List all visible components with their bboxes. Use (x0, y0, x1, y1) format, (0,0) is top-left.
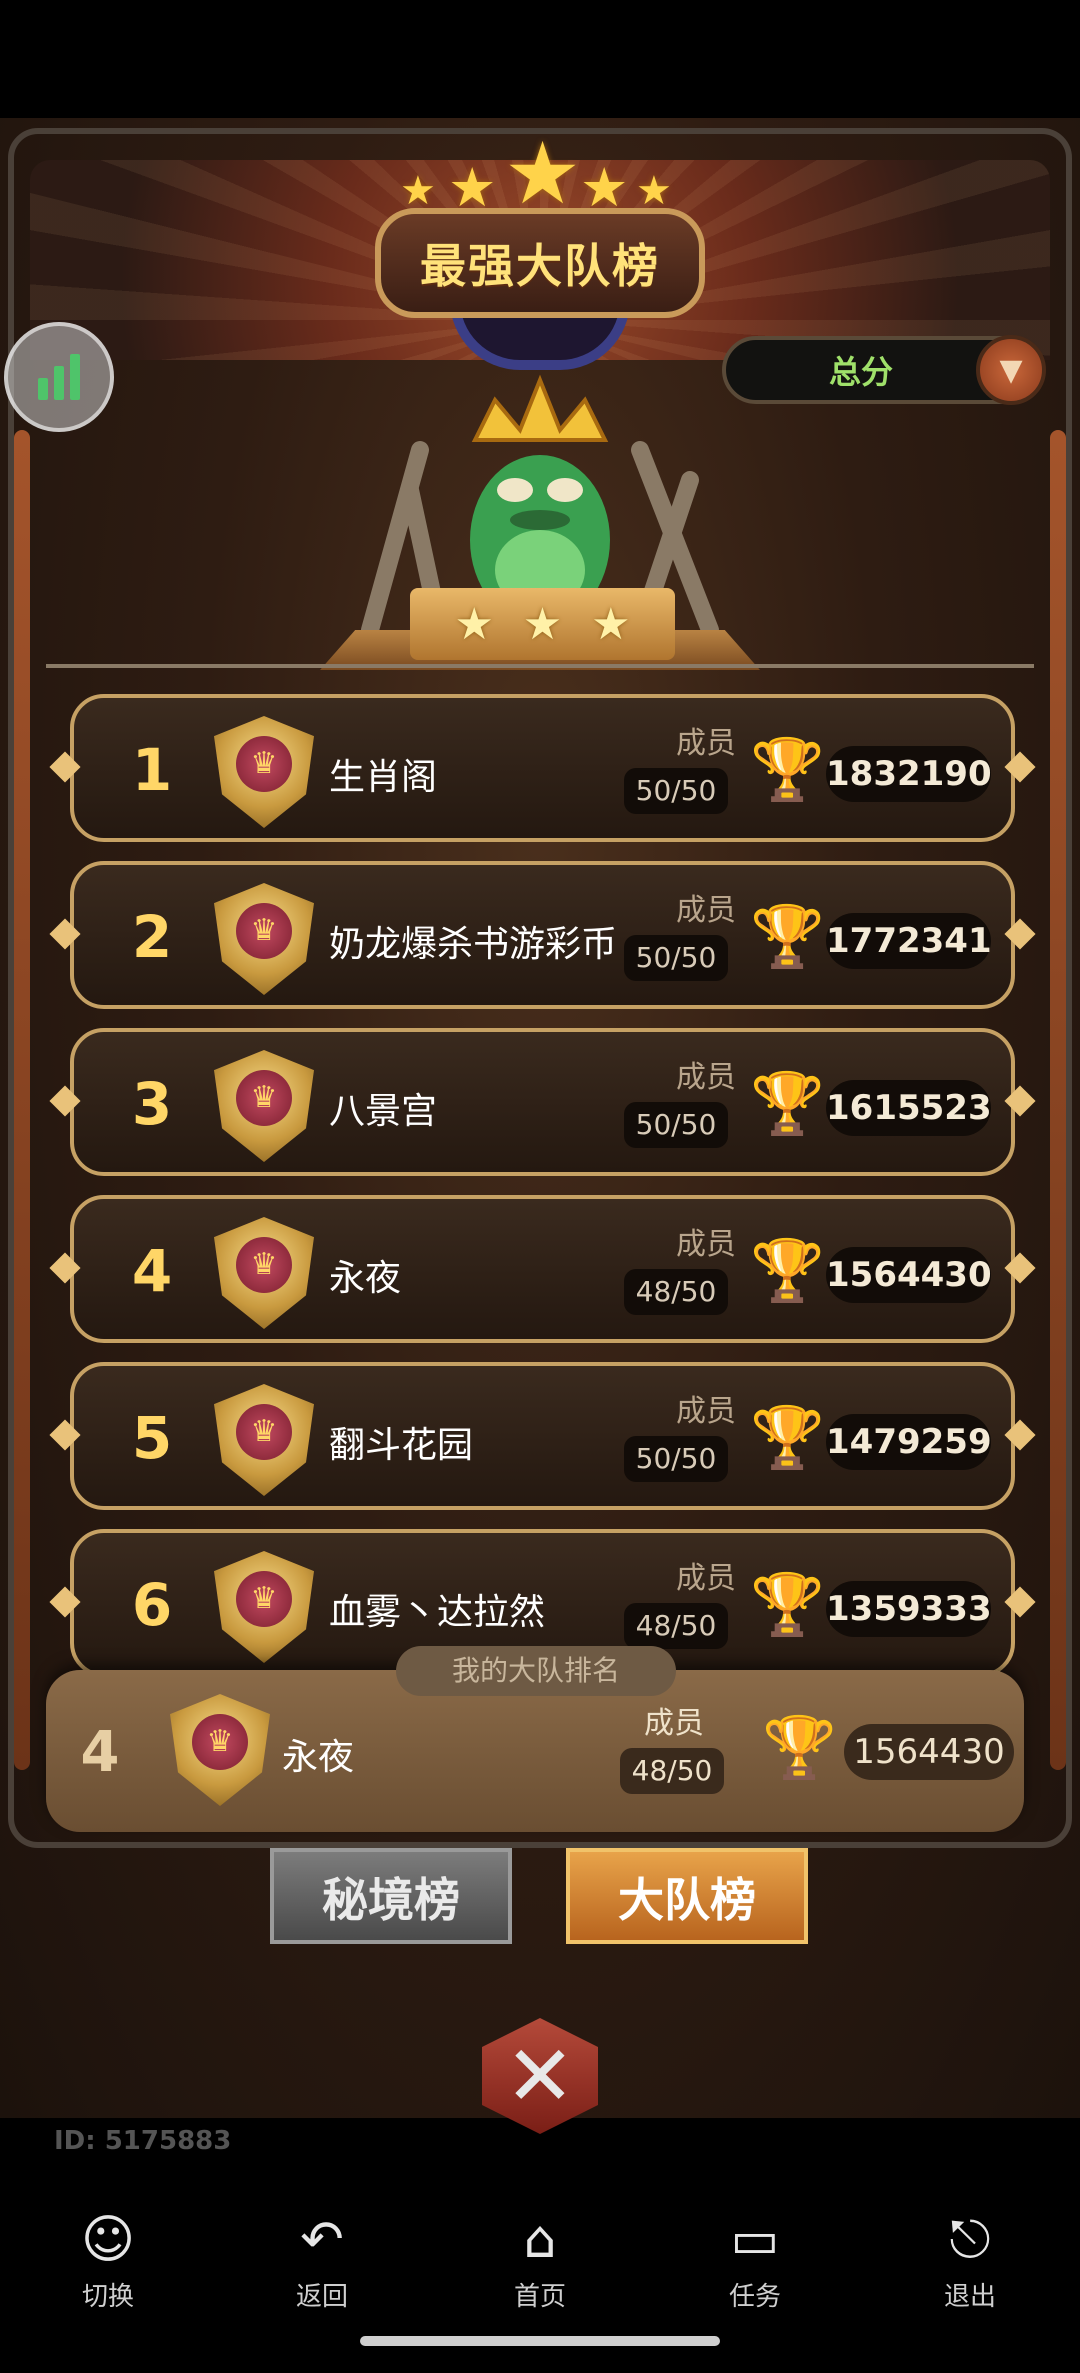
team-emblem-icon: ♛ (214, 1551, 314, 1663)
trophy-icon: 🏆 (762, 1713, 837, 1783)
nav-home[interactable]: ⌂ 首页 (480, 2210, 600, 2313)
team-score: 1772341 (826, 913, 992, 969)
members-count: 50/50 (624, 1436, 728, 1482)
tab-secret-realm[interactable]: 秘境榜 (270, 1848, 512, 1944)
star-icon: ★ (591, 598, 631, 650)
members-label: 成员 (676, 1561, 736, 1596)
team-name: 生肖阁 (329, 757, 438, 798)
exit-icon: ⎋ (949, 2210, 991, 2270)
team-emblem-icon: ♛ (214, 1217, 314, 1329)
home-icon: ⌂ (523, 2210, 557, 2270)
right-side-bar (1050, 430, 1066, 1770)
trophy-icon: 🏆 (750, 1236, 825, 1306)
members-label: 成员 (676, 1394, 736, 1429)
pedestal: ★ ★ ★ (410, 588, 675, 660)
divider (46, 664, 1034, 668)
nav-back[interactable]: ↶ 返回 (262, 2210, 382, 2313)
rank-number: 6 (131, 1571, 173, 1639)
tab-team-ranking[interactable]: 大队榜 (566, 1848, 808, 1944)
team-score: 1564430 (826, 1247, 992, 1303)
back-icon: ↶ (300, 2210, 344, 2270)
nav-tasks[interactable]: ▭ 任务 (695, 2210, 815, 2313)
title-stars: ★ ★ ★ ★ ★ (400, 120, 680, 224)
team-score: 1359333 (826, 1581, 992, 1637)
nav-switch[interactable]: ☺ 切换 (48, 2210, 168, 2313)
team-name: 永夜 (329, 1258, 402, 1299)
rank-number: 5 (131, 1404, 173, 1472)
team-name: 血雾丶达拉然 (329, 1592, 546, 1633)
members-label: 成员 (676, 893, 736, 928)
members-label: 成员 (644, 1706, 704, 1741)
team-score: 1479259 (826, 1414, 992, 1470)
members-count: 48/50 (620, 1748, 724, 1794)
members-label: 成员 (676, 1227, 736, 1262)
user-id: ID: 5175883 (54, 2126, 232, 2156)
team-emblem-icon: ♛ (214, 1384, 314, 1496)
trophy-icon: 🏆 (750, 902, 825, 972)
team-emblem-icon: ♛ (214, 716, 314, 828)
stats-button[interactable] (4, 322, 114, 432)
left-side-bar (14, 430, 30, 1770)
trophy-icon: 🏆 (750, 1570, 825, 1640)
team-name: 翻斗花园 (329, 1425, 474, 1466)
bar-chart-icon (38, 378, 48, 400)
nav-exit[interactable]: ⎋ 退出 (910, 2210, 1030, 2313)
members-count: 50/50 (624, 768, 728, 814)
members-label: 成员 (676, 726, 736, 761)
team-name: 奶龙爆杀书游彩币 (329, 924, 618, 965)
nav-label: 切换 (81, 2282, 134, 2312)
switch-icon: ☺ (80, 2210, 136, 2270)
team-score: 1564430 (844, 1724, 1014, 1780)
members-count: 48/50 (624, 1603, 728, 1649)
star-icon: ★ (522, 598, 563, 650)
team-emblem-icon: ♛ (214, 1050, 314, 1162)
nav-label: 首页 (513, 2282, 566, 2312)
filter-value: 总分 (828, 353, 893, 391)
rank-number: 1 (131, 736, 173, 804)
leaderboard-list[interactable]: 1 ♛ 生肖阁 成员 50/50 🏆 1832190 2 ♛ 奶龙爆杀书游彩币 … (60, 694, 1020, 1696)
members-label: 成员 (676, 1060, 736, 1095)
star-icon: ★ (454, 598, 494, 650)
leaderboard-tabs: 秘境榜 大队榜 (0, 1848, 1080, 1948)
chevron-down-icon[interactable]: ▼ (976, 335, 1046, 405)
rank-number: 4 (131, 1237, 173, 1305)
rank-number: 2 (131, 903, 173, 971)
members-count: 48/50 (624, 1269, 728, 1315)
team-name: 八景宫 (329, 1091, 438, 1132)
team-row[interactable]: 3 ♛ 八景宫 成员 50/50 🏆 1615523 (70, 1028, 1015, 1176)
home-indicator[interactable] (360, 2336, 720, 2346)
nav-label: 返回 (295, 2282, 348, 2312)
nav-label: 退出 (943, 2282, 996, 2312)
team-row[interactable]: 5 ♛ 翻斗花园 成员 50/50 🏆 1479259 (70, 1362, 1015, 1510)
my-team-rank-tag: 我的大队排名 (396, 1646, 676, 1696)
nav-label: 任务 (728, 2282, 781, 2312)
trophy-icon: 🏆 (750, 1069, 825, 1139)
trophy-icon: 🏆 (750, 735, 825, 805)
score-filter-dropdown[interactable]: 总分 ▼ (722, 335, 1046, 405)
team-name: 永夜 (282, 1737, 355, 1778)
team-row[interactable]: 2 ♛ 奶龙爆杀书游彩币 成员 50/50 🏆 1772341 (70, 861, 1015, 1009)
title-plate: 最强大队榜 (375, 208, 705, 318)
task-icon: ▭ (730, 2210, 780, 2270)
team-score: 1832190 (826, 746, 992, 802)
close-icon: ✕ (504, 2027, 576, 2125)
rank-number: 3 (131, 1070, 173, 1138)
members-count: 50/50 (624, 1102, 728, 1148)
trophy-icon: 🏆 (750, 1403, 825, 1473)
team-row[interactable]: 4 ♛ 永夜 成员 48/50 🏆 1564430 (70, 1195, 1015, 1343)
rank-number: 4 (80, 1720, 120, 1785)
team-row[interactable]: 1 ♛ 生肖阁 成员 50/50 🏆 1832190 (70, 694, 1015, 842)
team-emblem-icon: ♛ (214, 883, 314, 995)
team-score: 1615523 (826, 1080, 992, 1136)
my-team-rank-card[interactable]: 我的大队排名 4 ♛ 永夜 成员 48/50 🏆 1564430 (46, 1646, 1024, 1832)
page-title: 最强大队榜 (420, 239, 660, 293)
members-count: 50/50 (624, 935, 728, 981)
team-emblem-icon: ♛ (170, 1694, 270, 1806)
